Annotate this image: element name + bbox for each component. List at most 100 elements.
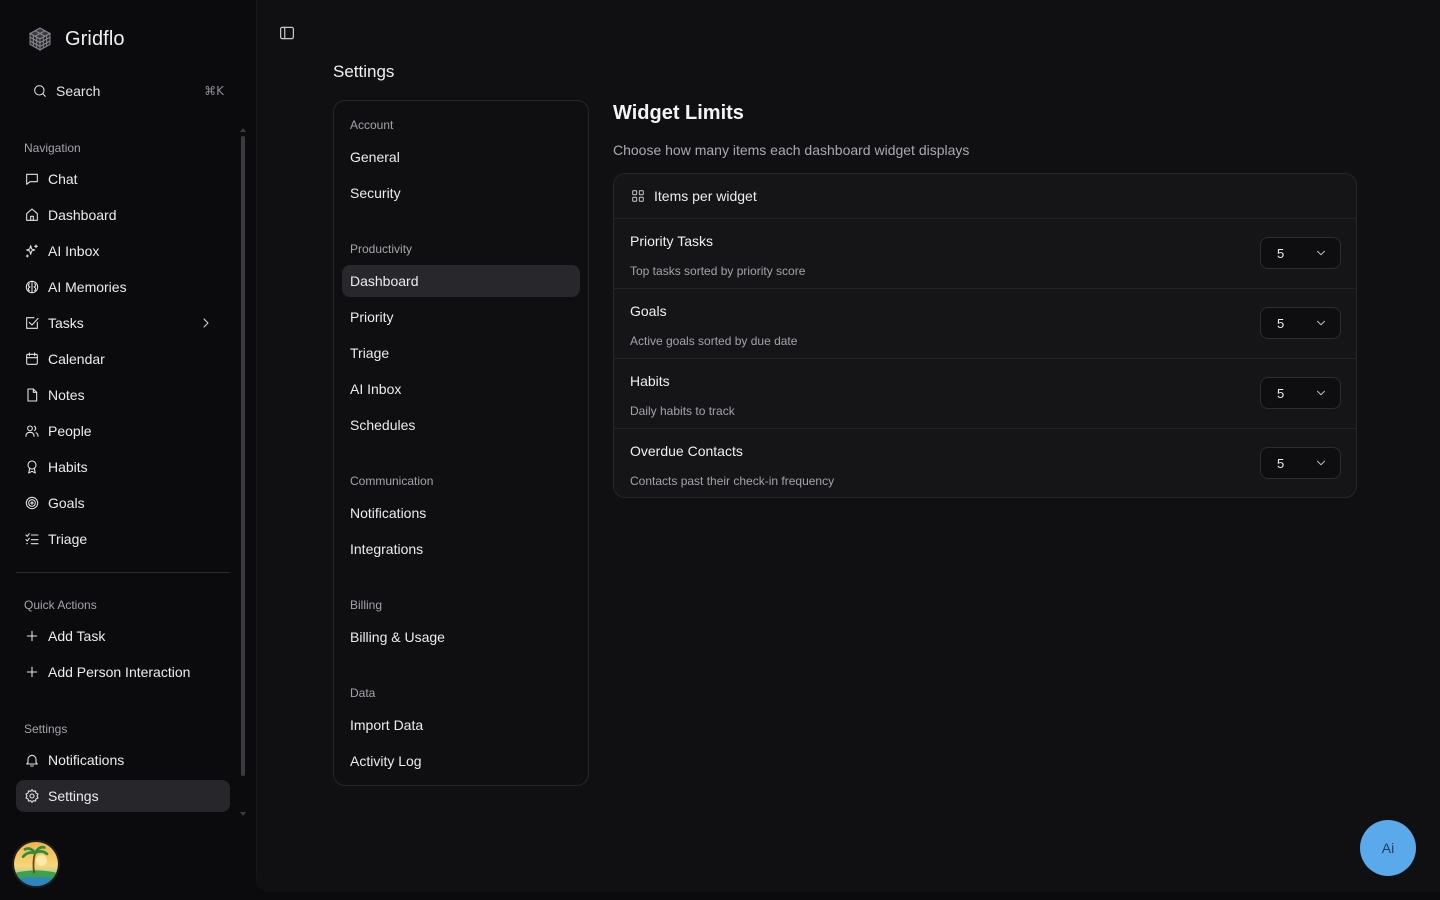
habits-limit-select[interactable]: 5 — [1260, 377, 1341, 409]
row-title: Overdue Contacts — [630, 443, 743, 459]
layout-grid-icon — [630, 188, 646, 204]
select-value: 5 — [1277, 315, 1285, 331]
card-header: Items per widget — [614, 174, 1356, 219]
settings-nav: Account General Security Productivity Da… — [333, 100, 589, 786]
row-title: Goals — [630, 303, 667, 319]
search-button[interactable]: Search ⌘K — [16, 76, 238, 106]
search-shortcut: ⌘K — [204, 84, 224, 98]
sidebar-item-label: Calendar — [48, 351, 105, 367]
settings-nav-dashboard[interactable]: Dashboard — [342, 265, 580, 297]
main-panel: Settings Account General Security Produc… — [256, 0, 1440, 892]
sparkles-icon — [24, 243, 40, 259]
quick-actions-section-label: Quick Actions — [24, 598, 97, 612]
add-task-button[interactable]: Add Task — [16, 620, 230, 652]
ai-assistant-button[interactable]: Ai — [1360, 820, 1416, 876]
gridflo-logo-icon — [27, 26, 53, 52]
settings-group-billing: Billing — [350, 598, 383, 612]
file-icon — [24, 387, 40, 403]
select-value: 5 — [1277, 385, 1285, 401]
scroll-up-arrow[interactable] — [240, 128, 246, 132]
scroll-thumb[interactable] — [241, 136, 245, 776]
select-value: 5 — [1277, 245, 1285, 261]
settings-nav-import-data[interactable]: Import Data — [342, 709, 580, 741]
row-description: Top tasks sorted by priority score — [630, 264, 806, 278]
row-title: Priority Tasks — [630, 233, 713, 249]
sidebar-item-tasks[interactable]: Tasks — [16, 307, 230, 339]
add-person-interaction-button[interactable]: Add Person Interaction — [16, 656, 230, 688]
sidebar-item-label: Chat — [48, 171, 78, 187]
settings-group-productivity: Productivity — [350, 242, 413, 256]
sidebar-item-habits[interactable]: Habits — [16, 451, 230, 483]
sidebar-scrollbar[interactable] — [240, 128, 246, 818]
widget-row-goals: Goals Active goals sorted by due date 5 — [614, 289, 1356, 359]
sidebar-item-ai-inbox[interactable]: AI Inbox — [16, 235, 230, 267]
settings-nav-general[interactable]: General — [342, 141, 580, 173]
sidebar-item-settings[interactable]: Settings — [16, 780, 230, 812]
sidebar-item-label: People — [48, 423, 92, 439]
sidebar-item-triage[interactable]: Triage — [16, 523, 230, 555]
navigation-section-label: Navigation — [24, 141, 81, 155]
chevron-down-icon — [1314, 316, 1328, 330]
widget-row-priority-tasks: Priority Tasks Top tasks sorted by prior… — [614, 219, 1356, 289]
settings-nav-triage[interactable]: Triage — [342, 337, 580, 369]
chevron-down-icon — [1314, 386, 1328, 400]
list-checks-icon — [24, 531, 40, 547]
row-description: Daily habits to track — [630, 404, 735, 418]
sidebar-item-label: Add Person Interaction — [48, 664, 191, 680]
settings-nav-schedules[interactable]: Schedules — [342, 409, 580, 441]
sidebar-item-label: Add Task — [48, 628, 106, 644]
home-icon — [24, 207, 40, 223]
row-title: Habits — [630, 373, 670, 389]
settings-nav-ai-inbox[interactable]: AI Inbox — [342, 373, 580, 405]
scroll-down-arrow[interactable] — [240, 812, 246, 816]
sidebar: Gridflo Search ⌘K Navigation Chat Dashbo… — [0, 0, 256, 900]
settings-group-account: Account — [350, 118, 394, 132]
sidebar-item-people[interactable]: People — [16, 415, 230, 447]
sidebar-item-label: Notes — [48, 387, 85, 403]
sidebar-item-label: Dashboard — [48, 207, 117, 223]
brand[interactable]: Gridflo — [27, 26, 125, 52]
settings-nav-integrations[interactable]: Integrations — [342, 533, 580, 565]
row-description: Active goals sorted by due date — [630, 334, 798, 348]
chevron-down-icon — [1314, 456, 1328, 470]
sidebar-item-chat[interactable]: Chat — [16, 163, 230, 195]
settings-nav-notifications[interactable]: Notifications — [342, 497, 580, 529]
chevron-right-icon[interactable] — [198, 315, 214, 331]
row-description: Contacts past their check-in frequency — [630, 474, 835, 488]
search-label: Search — [56, 83, 101, 99]
section-title: Widget Limits — [613, 102, 744, 124]
sidebar-item-dashboard[interactable]: Dashboard — [16, 199, 230, 231]
users-icon — [24, 423, 40, 439]
sidebar-item-goals[interactable]: Goals — [16, 487, 230, 519]
gear-icon — [24, 788, 40, 804]
message-square-icon — [24, 171, 40, 187]
card-title: Items per widget — [654, 188, 757, 204]
sidebar-item-notes[interactable]: Notes — [16, 379, 230, 411]
check-square-icon — [24, 315, 40, 331]
sidebar-item-label: AI Memories — [48, 279, 127, 295]
settings-nav-activity-log[interactable]: Activity Log — [342, 745, 580, 777]
settings-nav-priority[interactable]: Priority — [342, 301, 580, 333]
settings-nav-security[interactable]: Security — [342, 177, 580, 209]
sidebar-item-label: AI Inbox — [48, 243, 100, 259]
app-name: Gridflo — [65, 27, 125, 50]
widget-row-overdue-contacts: Overdue Contacts Contacts past their che… — [614, 429, 1356, 497]
award-icon — [24, 459, 40, 475]
avatar[interactable] — [12, 840, 60, 888]
sidebar-item-calendar[interactable]: Calendar — [16, 343, 230, 375]
goals-limit-select[interactable]: 5 — [1260, 307, 1341, 339]
sidebar-item-ai-memories[interactable]: AI Memories — [16, 271, 230, 303]
sidebar-item-label: Notifications — [48, 752, 125, 768]
sidebar-item-label: Goals — [48, 495, 85, 511]
sidebar-item-notifications[interactable]: Notifications — [16, 744, 230, 776]
widget-row-habits: Habits Daily habits to track 5 — [614, 359, 1356, 429]
bell-icon — [24, 752, 40, 768]
priority-tasks-limit-select[interactable]: 5 — [1260, 237, 1341, 269]
select-value: 5 — [1277, 455, 1285, 471]
search-icon — [32, 83, 48, 99]
settings-nav-billing-usage[interactable]: Billing & Usage — [342, 621, 580, 653]
target-icon — [24, 495, 40, 511]
overdue-contacts-limit-select[interactable]: 5 — [1260, 447, 1341, 479]
brain-icon — [24, 279, 40, 295]
sidebar-toggle-icon[interactable] — [278, 24, 296, 42]
